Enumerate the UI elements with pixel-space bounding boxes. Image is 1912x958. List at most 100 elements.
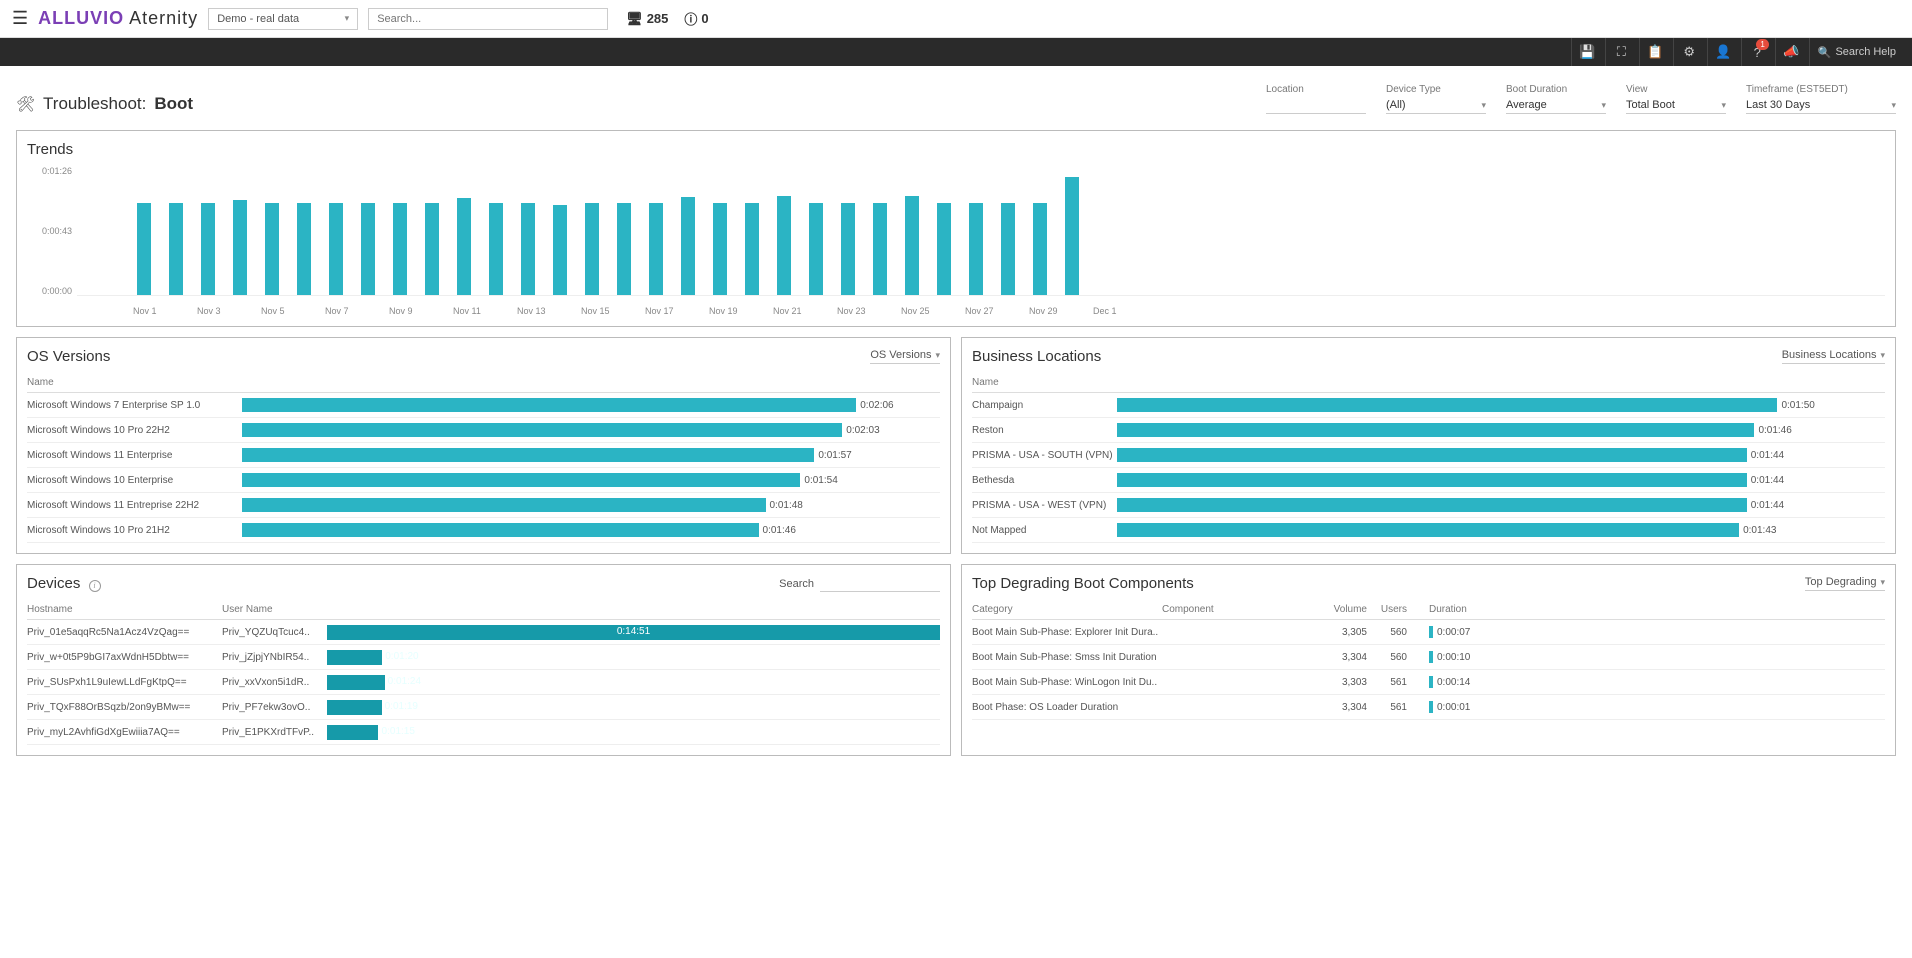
device-rows: Priv_01e5aqqRc5Na1Acz4VzQag==Priv_YQZUqT… (27, 620, 940, 745)
trends-bar[interactable] (265, 203, 279, 295)
trends-bar[interactable] (585, 203, 599, 295)
devices-search-input[interactable] (820, 575, 940, 592)
brand-aternity: Aternity (129, 8, 198, 28)
os-dropdown[interactable]: OS Versions ▾ (870, 349, 940, 364)
table-row[interactable]: Priv_w+0t5P9bGI7axWdnH5Dbtw==Priv_jZjpjY… (27, 645, 940, 670)
global-search-input[interactable] (368, 8, 608, 30)
hostname: Priv_myL2AvhfiGdXgEwiiia7AQ== (27, 727, 222, 738)
xtick: Nov 15 (581, 306, 645, 316)
trends-bar[interactable] (553, 205, 567, 295)
trends-bar[interactable] (1001, 203, 1015, 295)
help-icon[interactable]: ?1 (1741, 38, 1773, 66)
trends-bar[interactable] (425, 203, 439, 295)
xtick: Nov 21 (773, 306, 837, 316)
trends-bar[interactable] (809, 203, 823, 295)
trends-bar[interactable] (969, 203, 983, 295)
trends-bar[interactable] (745, 203, 759, 295)
table-row[interactable]: Not Mapped0:01:43 (972, 518, 1885, 543)
trends-bar[interactable] (713, 203, 727, 295)
trends-bar[interactable] (169, 203, 183, 295)
trends-bar[interactable] (137, 203, 151, 295)
table-row[interactable]: Priv_SUsPxh1L9uIewLLdFgKtpQ==Priv_xxVxon… (27, 670, 940, 695)
xtick: Nov 11 (453, 306, 517, 316)
table-row[interactable]: Microsoft Windows 10 Pro 21H20:01:46 (27, 518, 940, 543)
hbar (1117, 498, 1747, 512)
panel-title: OS Versions (27, 348, 110, 365)
trends-bar[interactable] (777, 196, 791, 295)
hbar (1117, 448, 1747, 462)
col-hostname: Hostname (27, 604, 222, 615)
table-row[interactable]: Boot Main Sub-Phase: Smss Init Duration3… (972, 645, 1885, 670)
trends-bar[interactable] (361, 203, 375, 295)
header-stats: 🖥 285 ⓘ 0 (626, 9, 708, 28)
trends-bar[interactable] (905, 196, 919, 295)
trends-bar[interactable] (457, 198, 471, 295)
filter-label: Boot Duration (1506, 84, 1606, 95)
table-row[interactable]: Microsoft Windows 7 Enterprise SP 1.00:0… (27, 393, 940, 418)
devices-count-stat[interactable]: 🖥 285 (626, 11, 668, 27)
search-help-label: Search Help (1835, 46, 1896, 58)
table-row[interactable]: Champaign0:01:50 (972, 393, 1885, 418)
trends-bar[interactable] (649, 203, 663, 295)
table-row[interactable]: Microsoft Windows 10 Pro 22H20:02:03 (27, 418, 940, 443)
trends-bar[interactable] (489, 203, 503, 295)
table-row[interactable]: Bethesda0:01:44 (972, 468, 1885, 493)
table-row[interactable]: PRISMA - USA - WEST (VPN)0:01:44 (972, 493, 1885, 518)
info-icon[interactable]: i (89, 580, 101, 592)
table-row[interactable]: Priv_TQxF88OrBSqzb/2on9yBMw==Priv_PF7ekw… (27, 695, 940, 720)
table-row[interactable]: PRISMA - USA - SOUTH (VPN)0:01:44 (972, 443, 1885, 468)
trends-bar[interactable] (201, 203, 215, 295)
announce-icon[interactable]: 📣 (1775, 38, 1807, 66)
devices-header: Hostname User Name (27, 600, 940, 620)
fullscreen-icon[interactable]: ⛶ (1605, 38, 1637, 66)
bar-box: 0:01:20 (327, 650, 940, 665)
bar-box: 0:01:44 (1117, 448, 1885, 462)
trends-bar[interactable] (233, 200, 247, 295)
trends-bar[interactable] (681, 197, 695, 295)
table-row[interactable]: Microsoft Windows 11 Entreprise 22H20:01… (27, 493, 940, 518)
chevron-down-icon: ▾ (935, 350, 940, 361)
biz-dropdown[interactable]: Business Locations ▾ (1782, 349, 1885, 364)
filter-boot-duration[interactable]: Boot Duration Average▾ (1506, 84, 1606, 114)
dataset-dropdown[interactable]: Demo - real data ▾ (208, 8, 358, 30)
xtick: Dec 1 (1093, 306, 1157, 316)
xtick: Nov 13 (517, 306, 581, 316)
save-icon[interactable]: 💾 (1571, 38, 1603, 66)
trends-bar[interactable] (329, 203, 343, 295)
table-row[interactable]: Reston0:01:46 (972, 418, 1885, 443)
username: Priv_E1PKXrdTFvP.. (222, 727, 327, 738)
filter-timeframe[interactable]: Timeframe (EST5EDT) Last 30 Days▾ (1746, 84, 1896, 114)
gear-icon[interactable]: ⚙ (1673, 38, 1705, 66)
trends-bar[interactable] (1033, 203, 1047, 295)
trends-bar[interactable] (521, 203, 535, 295)
clipboard-icon[interactable]: 📋 (1639, 38, 1671, 66)
search-help-button[interactable]: 🔍 Search Help (1809, 38, 1904, 66)
filter-view[interactable]: View Total Boot▾ (1626, 84, 1726, 114)
filter-device-type[interactable]: Device Type (All)▾ (1386, 84, 1486, 114)
table-row[interactable]: Boot Phase: OS Loader Duration3,3045610:… (972, 695, 1885, 720)
col-username: User Name (222, 604, 327, 615)
table-row[interactable]: Priv_myL2AvhfiGdXgEwiiia7AQ==Priv_E1PKXr… (27, 720, 940, 745)
alerts-count-stat[interactable]: ⓘ 0 (684, 9, 708, 28)
degr-dropdown[interactable]: Top Degrading ▾ (1805, 576, 1885, 591)
trends-bar[interactable] (617, 203, 631, 295)
trends-bar[interactable] (841, 203, 855, 295)
table-row[interactable]: Boot Main Sub-Phase: WinLogon Init Du..3… (972, 670, 1885, 695)
trends-bar[interactable] (937, 203, 951, 295)
user-icon[interactable]: 👤 (1707, 38, 1739, 66)
ytick: 0:01:26 (42, 166, 72, 176)
menu-icon[interactable]: ☰ (12, 8, 28, 29)
duration-bar (1429, 651, 1433, 663)
trends-bar[interactable] (297, 203, 311, 295)
filter-location[interactable]: Location (1266, 84, 1366, 114)
trends-bar[interactable] (393, 203, 407, 295)
hbar (1117, 398, 1777, 412)
table-row[interactable]: Boot Main Sub-Phase: Explorer Init Dura.… (972, 620, 1885, 645)
trends-bar[interactable] (1065, 177, 1079, 295)
table-row[interactable]: Microsoft Windows 11 Enterprise0:01:57 (27, 443, 940, 468)
search-icon: 🔍 (1818, 46, 1832, 59)
table-row[interactable]: Priv_01e5aqqRc5Na1Acz4VzQag==Priv_YQZUqT… (27, 620, 940, 645)
wrench-icon: 🛠 (16, 95, 35, 113)
table-row[interactable]: Microsoft Windows 10 Enterprise0:01:54 (27, 468, 940, 493)
trends-bar[interactable] (873, 203, 887, 295)
